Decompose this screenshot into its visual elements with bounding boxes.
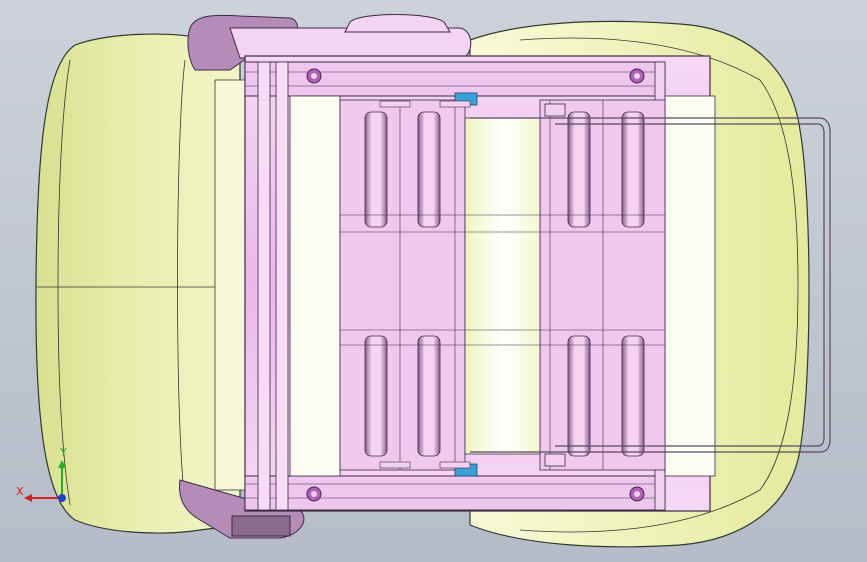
seat-assembly-top-view[interactable] [0,0,867,562]
cad-graphics-viewport[interactable]: X Y [0,0,867,562]
center-pad [464,117,541,455]
x-axis-arrow [24,494,32,502]
coordinate-triad: X Y [16,446,67,502]
x-axis-label: X [16,485,24,498]
left-pocket-panel [339,99,466,471]
y-axis-arrow [58,460,66,468]
y-axis-label: Y [59,446,67,459]
right-pocket-panel [539,99,666,471]
z-axis-dot [58,494,66,502]
